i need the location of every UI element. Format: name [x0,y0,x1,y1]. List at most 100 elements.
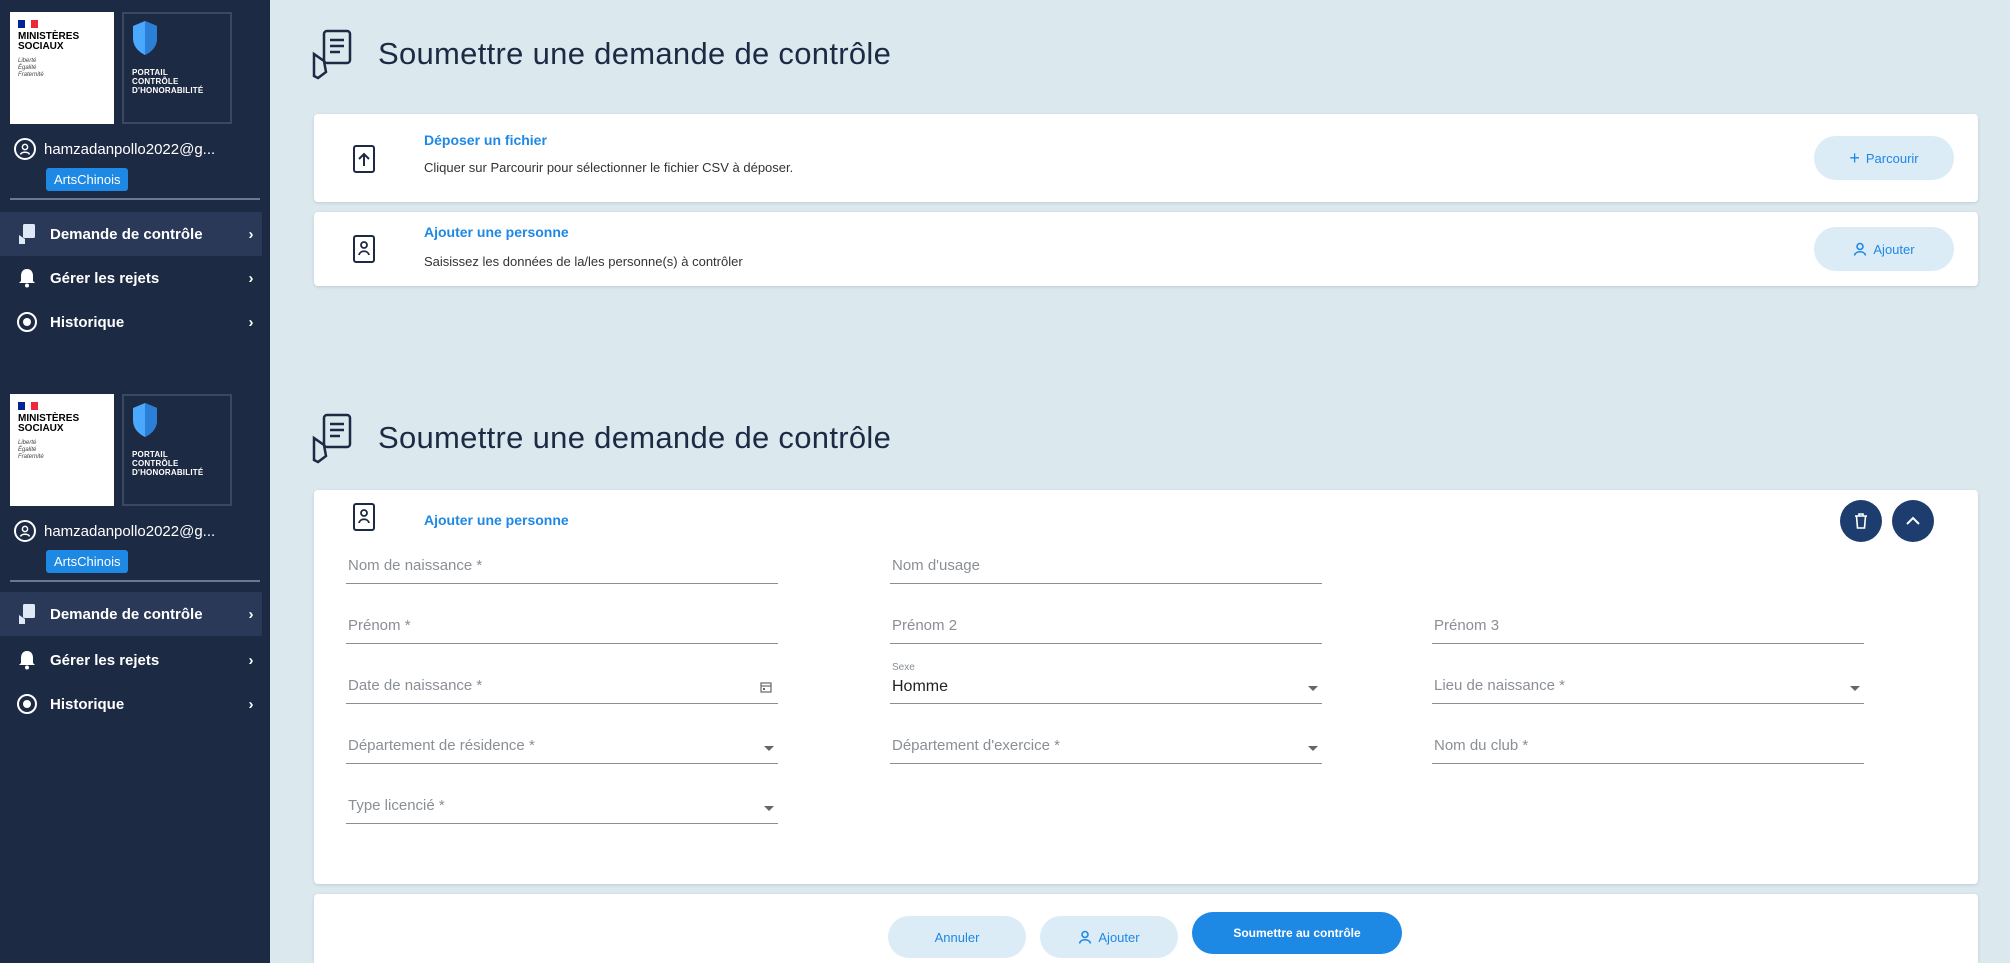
page-header: Soumettre une demande de contrôle [310,28,891,80]
page-title: Soumettre une demande de contrôle [378,36,892,71]
portal-name: PORTAIL CONTRÔLE D'HONORABILITÉ [132,450,203,477]
sexe-value: Homme [892,678,949,695]
user-email: hamzadanpollo2022@g... [44,522,216,540]
person-icon [1854,242,1867,256]
screen-add-person-form: MINISTÈRES SOCIAUX Liberté Égalité Frate… [0,382,2010,963]
nom-naissance-input[interactable]: Nom de naissance * [346,540,778,584]
chevron-down-icon [1308,686,1318,691]
sidebar-item-gerer-rejets[interactable]: Gérer les rejets › [0,638,262,682]
brand-logos: MINISTÈRES SOCIAUX Liberté Égalité Frate… [10,12,232,124]
sexe-select[interactable]: Sexe Homme [890,660,1322,704]
sidebar-item-label: Demande de contrôle [50,225,203,243]
portal-name-line: D'HONORABILITÉ [132,468,204,477]
add-person-form-card: Ajouter une personne Nom de naissance * … [314,490,1978,884]
motto-line: Fraternité [18,72,44,78]
departement-residence-select[interactable]: Département de résidence * [346,720,778,764]
form-title: Ajouter une personne [424,512,569,528]
field-label: Prénom * [348,617,411,634]
portal-logo: PORTAIL CONTRÔLE D'HONORABILITÉ [122,394,232,506]
delete-button[interactable] [1840,500,1882,542]
bell-icon [16,267,38,289]
sidebar-item-historique[interactable]: Historique › [0,682,262,726]
brand-logos: MINISTÈRES SOCIAUX Liberté Égalité Frate… [10,394,232,506]
chevron-right-icon: › [248,651,254,669]
document-hand-icon [16,603,38,625]
user-email: hamzadanpollo2022@g... [44,140,216,158]
add-person-description: Saisissez les données de la/les personne… [424,254,743,269]
chevron-right-icon: › [248,313,254,331]
type-licencie-select[interactable]: Type licencié * [346,780,778,824]
person-card-icon [353,235,375,263]
field-label: Département de résidence * [348,737,535,754]
organization-badge: ArtsChinois [46,168,129,191]
submit-button[interactable]: Soumettre au contrôle [1192,912,1402,954]
ministry-logo: MINISTÈRES SOCIAUX Liberté Égalité Frate… [10,394,114,506]
upload-file-title: Déposer un fichier [424,132,547,148]
shield-icon [133,403,157,437]
nom-usage-input[interactable]: Nom d'usage [890,540,1322,584]
sidebar-item-gerer-rejets[interactable]: Gérer les rejets › [0,256,262,300]
sidebar-item-label: Historique [50,313,125,331]
upload-file-card: Déposer un fichier Cliquer sur Parcourir… [314,114,1978,202]
sidebar-item-demande-controle[interactable]: Demande de contrôle › [0,212,262,256]
sidebar: MINISTÈRES SOCIAUX Liberté Égalité Frate… [0,382,270,963]
browse-button[interactable]: + Parcourir [1814,136,1954,180]
calendar-icon[interactable] [760,681,772,693]
person-icon [1079,930,1092,944]
motto-line: Liberté [18,440,37,446]
motto-line: Égalité [18,447,37,453]
sidebar-item-label: Demande de contrôle [50,605,203,623]
chevron-up-icon [1906,516,1920,525]
add-person-button[interactable]: Ajouter [1040,916,1178,958]
user-account[interactable]: hamzadanpollo2022@g... [14,138,260,160]
portal-name-line: CONTRÔLE [132,459,179,468]
motto-line: Fraternité [18,454,44,460]
french-flag-icon [18,20,39,28]
chevron-right-icon: › [248,695,254,713]
document-hand-icon [312,413,352,464]
ministry-motto: Liberté Égalité Fraternité [18,58,106,79]
sidebar-divider [10,580,260,582]
lieu-naissance-select[interactable]: Lieu de naissance * [1432,660,1864,704]
chevron-right-icon: › [248,269,254,287]
submit-button-label: Soumettre au contrôle [1233,926,1361,940]
nom-club-input[interactable]: Nom du club * [1432,720,1864,764]
chevron-down-icon [764,746,774,751]
person-card-icon [353,503,375,531]
cancel-button[interactable]: Annuler [888,916,1026,958]
sidebar-item-label: Gérer les rejets [50,269,160,287]
sidebar-divider [10,198,260,200]
field-label: Nom d'usage [892,557,980,574]
screen-upload-view: MINISTÈRES SOCIAUX Liberté Égalité Frate… [0,0,2010,382]
ministry-name-line: SOCIAUX [18,423,64,434]
field-label: Prénom 3 [1434,617,1500,634]
departement-exercice-select[interactable]: Département d'exercice * [890,720,1322,764]
prenom3-input[interactable]: Prénom 3 [1432,600,1864,644]
action-bar: Annuler Ajouter Soumettre au contrôle [314,894,1978,963]
add-person-title: Ajouter une personne [424,224,569,240]
portal-name: PORTAIL CONTRÔLE D'HONORABILITÉ [132,68,203,95]
field-label: Lieu de naissance * [1434,677,1565,694]
upload-file-description: Cliquer sur Parcourir pour sélectionner … [424,160,794,175]
plus-icon: + [1849,147,1860,168]
portal-name-line: PORTAIL [132,450,168,459]
sidebar-item-demande-controle[interactable]: Demande de contrôle › [0,592,262,636]
chevron-right-icon: › [248,605,254,623]
user-icon [14,520,36,542]
portal-logo: PORTAIL CONTRÔLE D'HONORABILITÉ [122,12,232,124]
date-naissance-input[interactable]: Date de naissance * [346,660,778,704]
field-label: Département d'exercice * [892,737,1060,754]
portal-name-line: CONTRÔLE [132,77,179,86]
sidebar-item-historique[interactable]: Historique › [0,300,262,344]
sidebar-item-label: Gérer les rejets [50,651,160,669]
browse-button-label: Parcourir [1865,150,1919,166]
document-hand-icon [16,223,38,245]
user-account[interactable]: hamzadanpollo2022@g... [14,520,260,542]
add-person-button[interactable]: Ajouter [1814,227,1954,271]
collapse-button[interactable] [1892,500,1934,542]
prenom2-input[interactable]: Prénom 2 [890,600,1322,644]
bell-icon [16,649,38,671]
chevron-right-icon: › [248,225,254,243]
french-flag-icon [18,402,39,410]
prenom-input[interactable]: Prénom * [346,600,778,644]
